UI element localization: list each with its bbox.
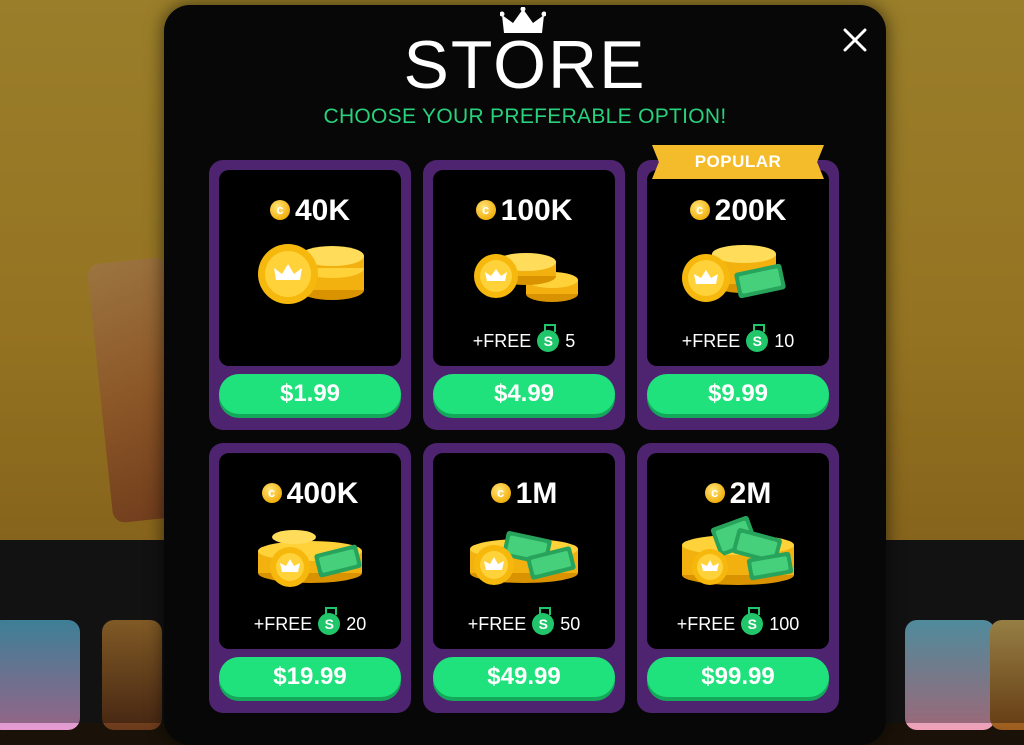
package-card-body: c 400K +FREE S 20: [219, 453, 401, 649]
coin-icon: c: [269, 200, 290, 220]
coin-cash-stack-icon: [470, 531, 578, 585]
bonus-value: 20: [346, 613, 367, 634]
cash-icon: S: [318, 613, 341, 635]
coin-icon: c: [490, 483, 511, 503]
package-amount: c 2M: [647, 477, 829, 511]
buy-button[interactable]: $1.99: [219, 374, 401, 414]
cash-icon: S: [746, 330, 769, 352]
cash-icon: S: [537, 330, 560, 352]
bonus-row: +FREE S 10: [647, 330, 829, 352]
coin-stack-icon: [258, 244, 364, 304]
package-card-40k[interactable]: c 40K $1.99: [209, 160, 411, 430]
package-card-body: c 2M +FREE S 100: [647, 453, 829, 649]
coin-cash-stack-icon: [682, 245, 786, 302]
package-card-body: c 40K: [219, 170, 401, 366]
package-amount: c 100K: [433, 194, 615, 228]
package-amount: c 1M: [433, 477, 615, 511]
popular-badge: POPULAR: [652, 145, 824, 179]
buy-button[interactable]: $49.99: [433, 657, 615, 697]
bonus-prefix: +FREE: [681, 330, 741, 351]
package-amount: c 200K: [647, 194, 829, 228]
bonus-row: +FREE S 20: [219, 613, 401, 635]
package-amount-value: 200K: [714, 194, 787, 227]
package-amount-value: 400K: [286, 477, 359, 510]
bonus-prefix: +FREE: [253, 613, 313, 634]
package-amount: c 40K: [219, 194, 401, 228]
package-card-2m[interactable]: c 2M +FREE S 100 $99.99: [637, 443, 839, 713]
buy-button[interactable]: $9.99: [647, 374, 829, 414]
buy-button[interactable]: $99.99: [647, 657, 829, 697]
bonus-value: 100: [769, 613, 800, 634]
package-amount-value: 40K: [294, 194, 351, 227]
package-card-400k[interactable]: c 400K +FREE S 20 $19.99: [209, 443, 411, 713]
package-amount-value: 2M: [729, 477, 772, 510]
package-amount-value: 100K: [500, 194, 573, 227]
cash-icon: S: [532, 613, 555, 635]
buy-button[interactable]: $19.99: [219, 657, 401, 697]
package-card-body: c 200K +FREE S 10: [647, 170, 829, 366]
bonus-row: +FREE S 50: [433, 613, 615, 635]
coin-icon: c: [475, 200, 496, 220]
store-subtitle: CHOOSE YOUR PREFERABLE OPTION!: [323, 105, 727, 128]
bonus-value: 50: [560, 613, 581, 634]
bonus-value: 5: [565, 330, 576, 351]
package-card-200k[interactable]: c 200K +FREE S 10 $9.99: [637, 160, 839, 430]
store-modal: STORE CHOOSE YOUR PREFERABLE OPTION! c 4…: [164, 5, 886, 745]
bonus-prefix: +FREE: [467, 613, 527, 634]
package-card-body: c 1M +FREE S 50: [433, 453, 615, 649]
buy-button[interactable]: $4.99: [433, 374, 615, 414]
coin-cash-stack-icon: [258, 530, 362, 587]
bonus-row: +FREE S 100: [647, 613, 829, 635]
package-amount-value: 1M: [515, 477, 558, 510]
cash-icon: S: [741, 613, 764, 635]
package-card-1m[interactable]: c 1M +FREE S 50 $49.99: [423, 443, 625, 713]
coin-cash-pile-icon: [682, 515, 794, 585]
package-card-body: c 100K +FREE S 5: [433, 170, 615, 366]
coin-stack-icon: [474, 253, 578, 302]
bonus-row: +FREE S 5: [433, 330, 615, 352]
coin-icon: c: [689, 200, 710, 220]
bonus-prefix: +FREE: [472, 330, 532, 351]
package-card-100k[interactable]: c 100K +FREE S 5 $4.99: [423, 160, 625, 430]
bonus-prefix: +FREE: [676, 613, 736, 634]
package-amount: c 400K: [219, 477, 401, 511]
bonus-value: 10: [774, 330, 795, 351]
coin-icon: c: [704, 483, 725, 503]
store-title: STORE: [403, 27, 647, 103]
coin-icon: c: [261, 483, 282, 503]
